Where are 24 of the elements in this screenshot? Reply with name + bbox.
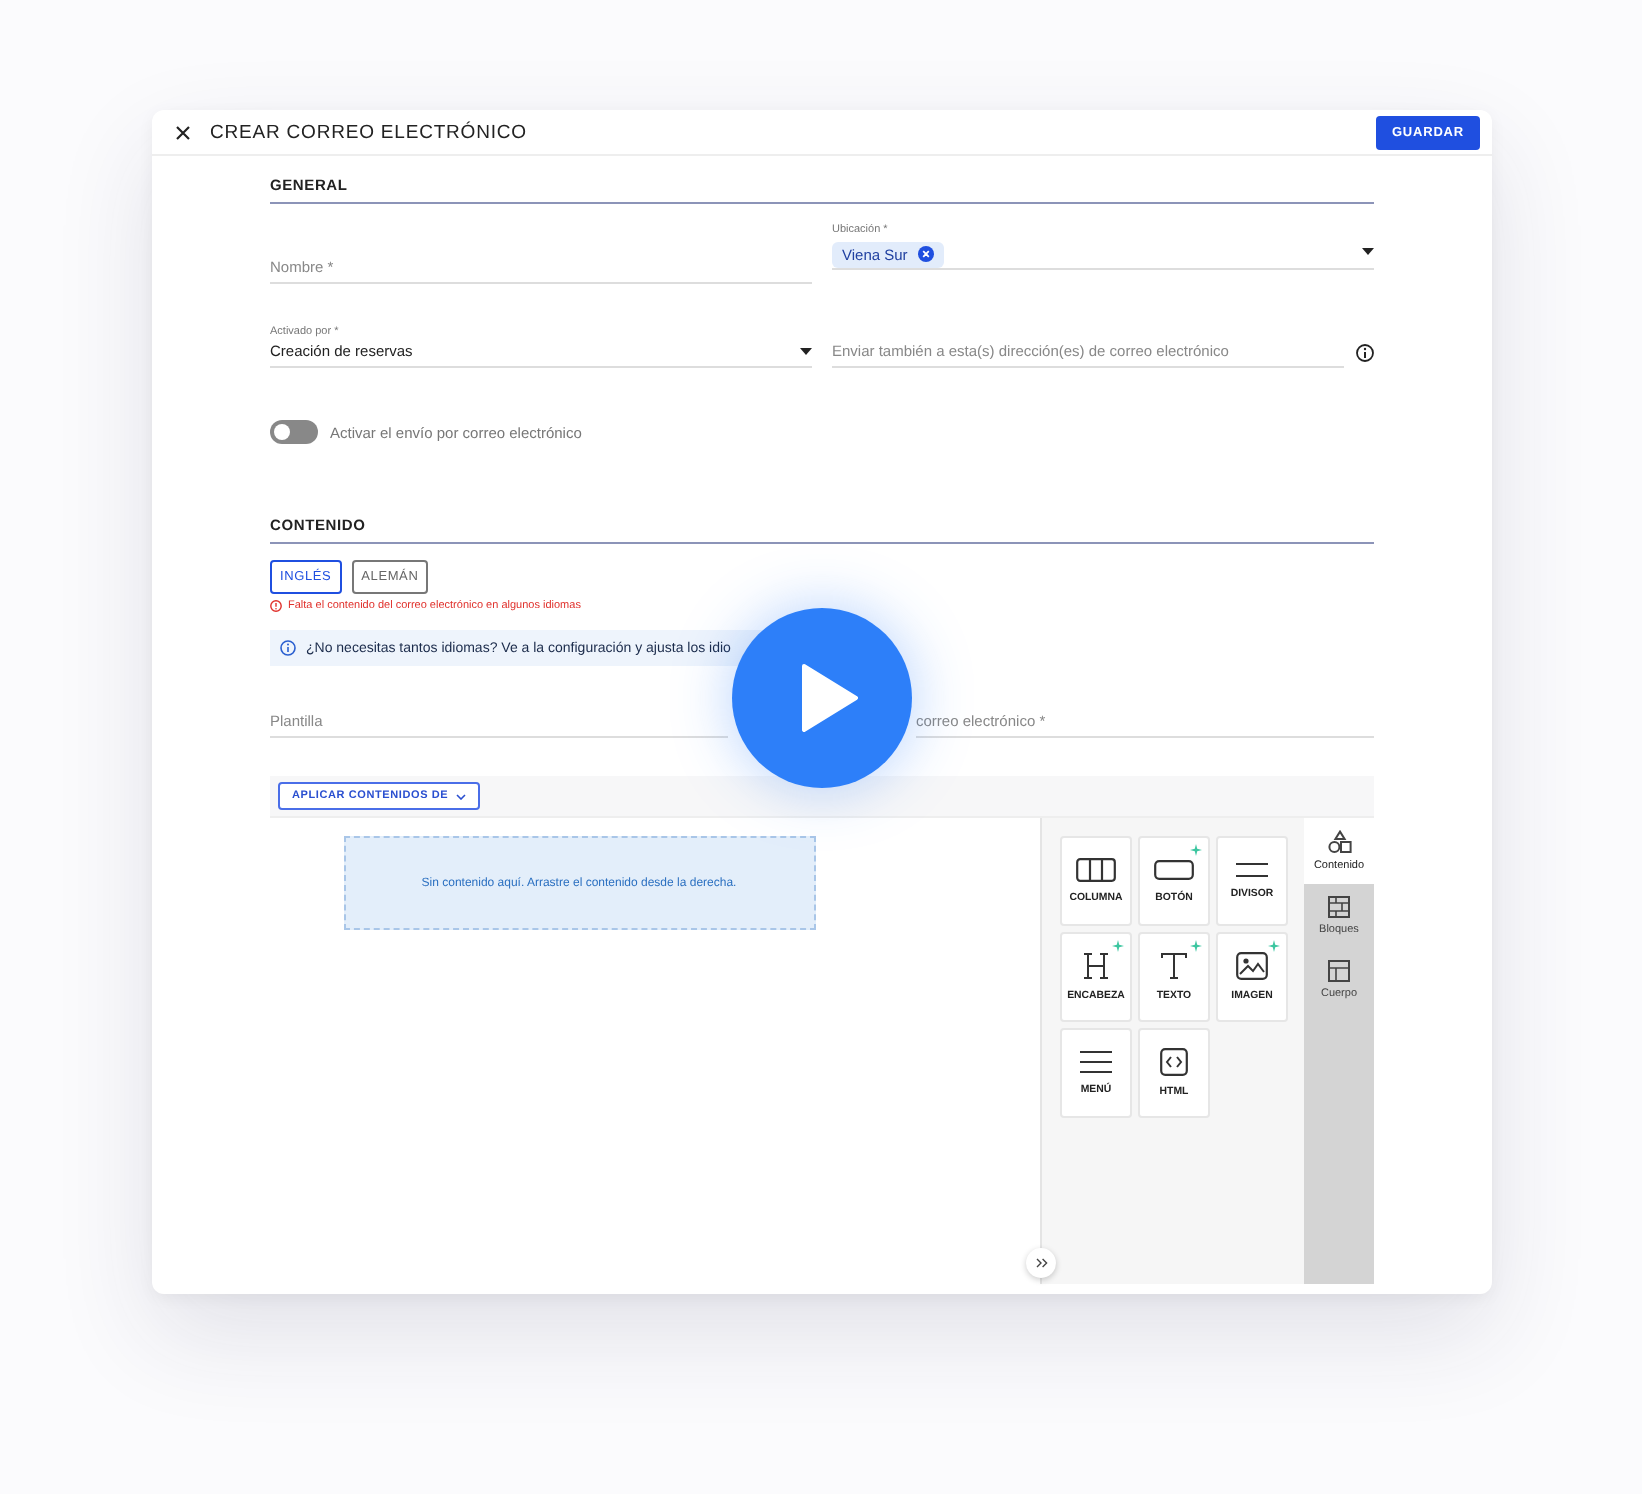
window-title: CREAR CORREO ELECTRÓNICO	[210, 121, 529, 143]
dropdown-caret-icon[interactable]	[800, 348, 812, 356]
remove-icon[interactable]	[917, 246, 934, 262]
image-icon	[1236, 952, 1268, 980]
collapse-button[interactable]	[1026, 1248, 1056, 1278]
button-shape-icon	[1154, 858, 1194, 882]
layout-icon	[1328, 960, 1350, 982]
columns-icon	[1076, 858, 1116, 882]
info-icon[interactable]	[1356, 344, 1374, 362]
double-chevron-icon	[1035, 1258, 1047, 1268]
heading-icon	[1082, 952, 1110, 980]
chevron-icon	[456, 793, 467, 799]
dropdown-caret-icon[interactable]	[1362, 248, 1374, 256]
menu-icon	[1080, 1050, 1112, 1074]
close-icon[interactable]	[176, 125, 190, 139]
play-icon	[798, 664, 858, 732]
info-icon	[280, 640, 296, 656]
code-icon	[1160, 1048, 1188, 1076]
divider-icon	[1236, 862, 1268, 878]
shapes-icon	[1327, 830, 1351, 854]
grid-icon	[1328, 896, 1350, 918]
toggle-switch[interactable]	[270, 420, 318, 444]
warning-icon	[270, 600, 282, 612]
text-icon	[1160, 952, 1188, 980]
